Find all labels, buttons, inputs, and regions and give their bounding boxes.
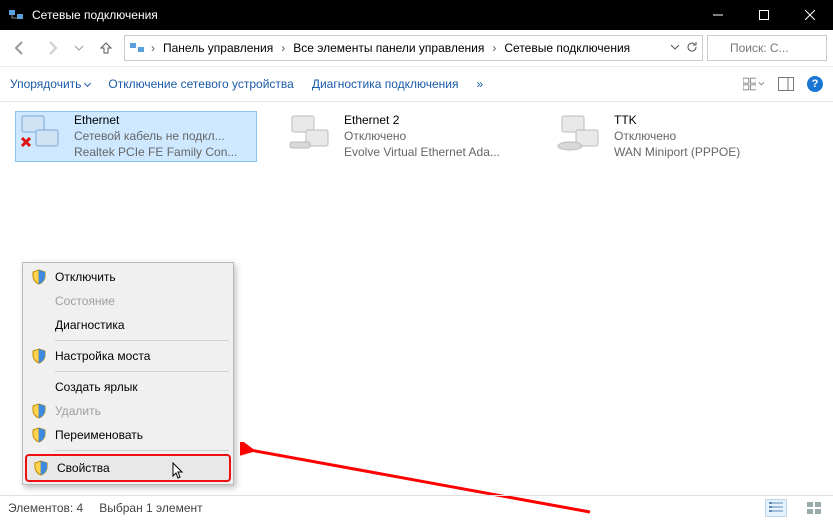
maximize-button[interactable] [741, 0, 787, 30]
connection-name: Ethernet [74, 112, 237, 128]
more-commands-button[interactable]: » [477, 77, 484, 91]
diagnose-button[interactable]: Диагностика подключения [312, 77, 459, 91]
view-options-button[interactable] [743, 73, 765, 95]
search-input[interactable]: Поиск: С... [707, 35, 827, 61]
connection-status: Отключено [614, 128, 740, 144]
history-dropdown[interactable] [70, 34, 88, 62]
context-menu-item: Удалить [25, 399, 231, 423]
breadcrumb-item[interactable]: Сетевые подключения [502, 41, 632, 55]
address-bar[interactable]: › Панель управления › Все элементы панел… [124, 35, 703, 61]
details-view-button[interactable] [765, 499, 787, 517]
context-menu-label: Настройка моста [55, 349, 150, 363]
help-button[interactable]: ? [807, 76, 823, 92]
context-menu-item[interactable]: Настройка моста [25, 344, 231, 368]
connection-item-ethernet[interactable]: Ethernet Сетевой кабель не подкл... Real… [16, 112, 256, 161]
context-menu-label: Свойства [57, 461, 110, 475]
close-button[interactable] [787, 0, 833, 30]
context-menu-separator [55, 340, 229, 341]
nic-unplugged-icon [16, 112, 64, 152]
breadcrumb-item[interactable]: Все элементы панели управления [291, 41, 486, 55]
command-bar: Упорядочить Отключение сетевого устройст… [0, 66, 833, 102]
nic-disabled-icon [286, 112, 334, 152]
refresh-icon[interactable] [686, 41, 698, 56]
large-icons-view-button[interactable] [803, 499, 825, 517]
breadcrumb-item[interactable]: Панель управления [161, 41, 275, 55]
connection-name: Ethernet 2 [344, 112, 500, 128]
context-menu-label: Создать ярлык [55, 380, 138, 394]
context-menu-item[interactable]: Переименовать [25, 423, 231, 447]
connection-device: WAN Miniport (PPPOE) [614, 144, 740, 160]
status-bar: Элементов: 4 Выбран 1 элемент [0, 495, 833, 519]
connection-item-ttk[interactable]: TTK Отключено WAN Miniport (PPPOE) [556, 112, 796, 161]
chevron-right-icon: › [149, 41, 157, 55]
context-menu-label: Состояние [55, 294, 115, 308]
connection-list: Ethernet Сетевой кабель не подкл... Real… [0, 102, 833, 171]
disable-device-button[interactable]: Отключение сетевого устройства [108, 77, 293, 91]
app-icon [8, 7, 24, 23]
preview-pane-button[interactable] [775, 73, 797, 95]
connection-status: Сетевой кабель не подкл... [74, 128, 237, 144]
connection-status: Отключено [344, 128, 500, 144]
back-button[interactable] [6, 34, 34, 62]
context-menu-item[interactable]: Отключить [25, 265, 231, 289]
context-menu-item[interactable]: Диагностика [25, 313, 231, 337]
context-menu-item: Состояние [25, 289, 231, 313]
status-selected: Выбран 1 элемент [99, 501, 202, 515]
title-bar: Сетевые подключения [0, 0, 833, 30]
context-menu-item[interactable]: Создать ярлык [25, 375, 231, 399]
context-menu-separator [55, 450, 229, 451]
minimize-button[interactable] [695, 0, 741, 30]
window-title: Сетевые подключения [32, 8, 695, 22]
context-menu-label: Диагностика [55, 318, 125, 332]
forward-button[interactable] [38, 34, 66, 62]
address-row: › Панель управления › Все элементы панел… [0, 30, 833, 66]
context-menu-label: Переименовать [55, 428, 143, 442]
wan-modem-icon [556, 112, 604, 152]
content-pane: Ethernet Сетевой кабель не подкл... Real… [0, 102, 833, 495]
chevron-down-icon[interactable] [670, 41, 680, 56]
context-menu-separator [55, 371, 229, 372]
context-menu-label: Отключить [55, 270, 116, 284]
up-button[interactable] [92, 34, 120, 62]
context-menu-item[interactable]: Свойства [25, 454, 231, 482]
organize-button[interactable]: Упорядочить [10, 77, 90, 91]
chevron-right-icon: › [279, 41, 287, 55]
connection-name: TTK [614, 112, 740, 128]
context-menu-label: Удалить [55, 404, 101, 418]
connection-device: Realtek PCIe FE Family Con... [74, 144, 237, 160]
status-count: Элементов: 4 [8, 501, 83, 515]
connection-device: Evolve Virtual Ethernet Ada... [344, 144, 500, 160]
chevron-right-icon: › [490, 41, 498, 55]
context-menu: Отключить Состояние Диагностика Настройка м… [22, 262, 234, 485]
connection-item-ethernet2[interactable]: Ethernet 2 Отключено Evolve Virtual Ethe… [286, 112, 526, 161]
control-panel-icon [129, 40, 145, 56]
